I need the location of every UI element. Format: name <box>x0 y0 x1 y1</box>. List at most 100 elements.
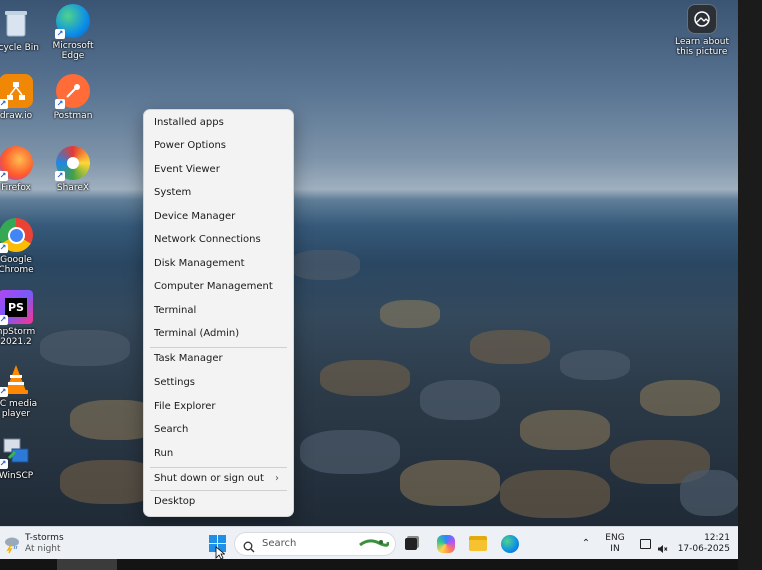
menu-item-settings[interactable]: Settings <box>148 372 289 394</box>
menu-item-label: Run <box>154 448 174 459</box>
screen-edge-bottom <box>0 559 738 570</box>
menu-item-task-manager[interactable]: Task Manager <box>148 348 289 370</box>
wallpaper-stone <box>320 360 410 396</box>
menu-item-label: Device Manager <box>154 211 236 222</box>
weather-subtitle: At night <box>25 543 61 554</box>
shortcut-arrow-icon: ↗ <box>0 387 8 397</box>
language-code: ENG <box>605 532 625 543</box>
file-explorer-button[interactable] <box>466 527 490 560</box>
winx-context-menu: Installed apps Power Options Event Viewe… <box>143 109 294 517</box>
vlc-icon: ↗ <box>0 362 33 397</box>
menu-item-installed-apps[interactable]: Installed apps <box>148 112 289 134</box>
menu-item-label: Network Connections <box>154 234 261 245</box>
shortcut-arrow-icon: ↗ <box>55 29 65 39</box>
menu-item-label: Shut down or sign out <box>154 473 264 484</box>
menu-item-label: Disk Management <box>154 258 245 269</box>
show-hidden-icons-button[interactable]: ⌃ <box>578 527 594 560</box>
shortcut-arrow-icon: ↗ <box>0 171 8 181</box>
wallpaper-stone <box>560 350 630 380</box>
desktop-icon-edge[interactable]: ↗ Microsoft Edge <box>37 4 109 61</box>
chevron-up-icon: ⌃ <box>581 538 591 549</box>
search-highlight-icon <box>359 536 390 551</box>
task-view-button[interactable] <box>400 527 422 560</box>
volume-muted-icon <box>657 539 668 553</box>
wallpaper-stone <box>290 250 360 280</box>
menu-item-label: Desktop <box>154 496 196 507</box>
drawio-icon: ↗ <box>0 74 33 109</box>
task-view-icon <box>405 537 417 550</box>
menu-item-label: Settings <box>154 377 196 388</box>
menu-item-event-viewer[interactable]: Event Viewer <box>148 159 289 181</box>
search-icon <box>243 538 255 552</box>
edge-icon <box>501 534 519 553</box>
wallpaper-stone <box>680 470 738 516</box>
bottom-window-tab <box>57 559 117 570</box>
sharex-center <box>67 157 79 169</box>
menu-item-terminal-admin[interactable]: Terminal (Admin) <box>148 323 289 345</box>
menu-item-label: File Explorer <box>154 401 216 412</box>
input-language-indicator[interactable]: ENG IN <box>600 527 630 560</box>
menu-item-label: Power Options <box>154 140 226 151</box>
menu-item-desktop[interactable]: Desktop <box>148 491 289 513</box>
menu-item-device-manager[interactable]: Device Manager <box>148 206 289 228</box>
recycle-bin-icon <box>0 6 33 40</box>
wallpaper-stone <box>470 330 550 364</box>
camera-icon <box>687 4 717 34</box>
menu-item-network-connections[interactable]: Network Connections <box>148 229 289 251</box>
firefox-icon: ↗ <box>0 146 33 181</box>
wallpaper-stone <box>400 460 500 506</box>
menu-item-disk-management[interactable]: Disk Management <box>148 253 289 275</box>
menu-item-computer-management[interactable]: Computer Management <box>148 276 289 298</box>
shortcut-arrow-icon: ↗ <box>0 315 8 325</box>
region-code: IN <box>610 543 620 554</box>
phpstorm-icon: PS ↗ <box>0 290 33 325</box>
file-explorer-icon <box>469 536 487 551</box>
network-icon <box>640 538 651 549</box>
postman-icon: ↗ <box>55 74 90 109</box>
search-box[interactable]: Search <box>234 531 396 556</box>
taskbar: T-storms At night Search ⌃ ENG IN 12:21 … <box>0 526 738 560</box>
desktop-wallpaper: ecycle Bin ↗ Microsoft Edge ↗ draw.io ↗ … <box>0 0 738 526</box>
weather-widget[interactable]: T-storms At night <box>2 527 72 560</box>
search-placeholder: Search <box>262 538 297 549</box>
edge-taskbar-button[interactable] <box>498 527 522 560</box>
chevron-right-icon: › <box>275 473 279 484</box>
wallpaper-stone <box>520 410 610 450</box>
menu-item-run[interactable]: Run <box>148 443 289 465</box>
menu-item-system[interactable]: System <box>148 182 289 204</box>
desktop-icon-vlc[interactable]: ↗ LC media player <box>0 362 52 419</box>
wallpaper-stone <box>300 430 400 474</box>
sharex-icon: ↗ <box>55 146 90 181</box>
menu-item-label: Search <box>154 424 189 435</box>
menu-item-label: Computer Management <box>154 281 273 292</box>
storm-cloud-icon <box>2 534 22 554</box>
menu-item-terminal[interactable]: Terminal <box>148 300 289 322</box>
menu-item-search[interactable]: Search <box>148 419 289 441</box>
menu-item-shut-down-or-sign-out[interactable]: Shut down or sign out › <box>148 468 289 490</box>
menu-item-label: Terminal (Admin) <box>154 328 240 339</box>
clock-date: 17-06-2025 <box>677 543 730 554</box>
menu-item-label: System <box>154 187 192 198</box>
phpstorm-ps-mark: PS <box>5 297 27 317</box>
copilot-button[interactable] <box>434 527 458 560</box>
chrome-center <box>7 226 25 244</box>
desktop-icon-chrome[interactable]: ↗ Google Chrome <box>0 218 52 275</box>
menu-item-label: Installed apps <box>154 117 224 128</box>
clock[interactable]: 12:21 17-06-2025 <box>676 527 730 560</box>
quick-settings-button[interactable] <box>634 527 674 560</box>
desktop-icon-postman[interactable]: ↗ Postman <box>37 74 109 121</box>
taskbar-search[interactable]: Search <box>234 527 396 560</box>
menu-item-file-explorer[interactable]: File Explorer <box>148 396 289 418</box>
edge-icon: ↗ <box>55 4 90 39</box>
desktop-icon-winscp[interactable]: ↗ WinSCP <box>0 434 52 481</box>
learn-about-this-picture[interactable]: Learn about this picture <box>666 4 738 57</box>
desktop-icon-phpstorm[interactable]: PS ↗ hpStorm 2021.2 <box>0 290 52 347</box>
mouse-cursor-icon <box>215 545 226 560</box>
shortcut-arrow-icon: ↗ <box>0 99 8 109</box>
winscp-icon: ↗ <box>0 434 33 469</box>
desktop-icon-sharex[interactable]: ↗ ShareX <box>37 146 109 193</box>
menu-item-label: Task Manager <box>154 353 223 364</box>
shortcut-arrow-icon: ↗ <box>0 243 8 253</box>
weather-title: T-storms <box>25 532 64 543</box>
menu-item-power-options[interactable]: Power Options <box>148 135 289 157</box>
